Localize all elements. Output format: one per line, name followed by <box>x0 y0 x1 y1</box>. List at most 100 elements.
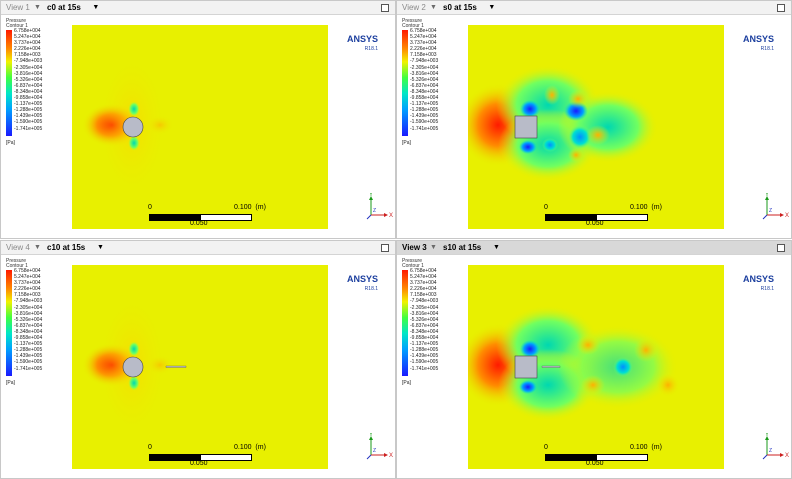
viewport-name[interactable]: View 2 <box>402 1 426 14</box>
legend-unit: [Pa] <box>402 380 411 386</box>
viewport-dropdown-icon[interactable]: ▼ <box>34 241 41 254</box>
legend-tick-label: -3.816e+004 <box>14 310 43 317</box>
axis-label-y: Y <box>369 433 373 438</box>
logo-brand: ANSYS <box>743 274 775 284</box>
scale-zero-label: 0 <box>148 444 152 451</box>
legend-unit: [Pa] <box>6 380 15 386</box>
viewport-dropdown-icon[interactable]: ▼ <box>34 1 41 14</box>
scale-mid-label: 0.050 <box>190 220 208 227</box>
scale-max-label: 0.100 (m) <box>234 444 266 451</box>
viewport-title[interactable]: c10 at 15s <box>47 241 85 254</box>
ansys-logo: ANSYS R18.1 <box>347 274 378 294</box>
viewport-1[interactable]: View 1 ▼ c0 at 15s ▼ Pressure Contour 1 … <box>0 0 396 239</box>
coordinate-axes-triad: Y X Z <box>366 193 393 220</box>
viewport-4[interactable]: View 3 ▼ s10 at 15s ▼ Pressure Contour 1… <box>396 240 792 479</box>
legend-tick-label: -7.948e+003 <box>410 298 439 305</box>
coordinate-axes-triad: Y X Z <box>762 433 789 460</box>
axis-label-z: Z <box>769 208 772 214</box>
legend-tick-label: -5.326e+004 <box>14 76 43 83</box>
viewport-title[interactable]: s10 at 15s <box>443 241 481 254</box>
scale-max-label: 0.100 (m) <box>234 204 266 211</box>
logo-brand: ANSYS <box>347 274 379 284</box>
maximize-icon[interactable] <box>381 244 389 252</box>
legend-tick-label: -1.590e+005 <box>14 359 43 366</box>
ansys-logo: ANSYS R18.1 <box>347 34 378 54</box>
wake-plate <box>541 365 561 368</box>
legend-tick-label: -1.590e+005 <box>410 359 439 366</box>
viewport-titlebar[interactable]: View 3 ▼ s10 at 15s ▼ <box>397 241 791 255</box>
legend-color-bar <box>402 30 408 136</box>
title-dropdown-icon[interactable]: ▼ <box>493 241 500 254</box>
cylinder-body <box>122 356 144 378</box>
legend-tick-label: -3.816e+004 <box>410 310 439 317</box>
viewport-dropdown-icon[interactable]: ▼ <box>430 241 437 254</box>
viewport-titlebar[interactable]: View 1 ▼ c0 at 15s ▼ <box>1 1 395 15</box>
scale-max-label: 0.100 (m) <box>630 444 662 451</box>
legend-tick-label: -5.326e+004 <box>410 76 439 83</box>
logo-version: R18.1 <box>364 46 379 52</box>
coordinate-axes-triad: Y X Z <box>762 193 789 220</box>
scale-bar: 0 0.100 (m) 0.050 <box>544 444 662 467</box>
scale-zero-label: 0 <box>544 444 548 451</box>
title-dropdown-icon[interactable]: ▼ <box>92 1 99 14</box>
legend-unit: [Pa] <box>6 140 15 146</box>
scale-bar: 0 0.100 (m) 0.050 <box>148 204 266 227</box>
legend-tick-label: -2.305e+004 <box>14 64 43 71</box>
axis-label-y: Y <box>369 193 373 198</box>
legend-tick-label: -1.741e+005 <box>410 365 439 372</box>
legend-tick-label: -1.741e+005 <box>14 125 43 132</box>
logo-brand: ANSYS <box>743 34 775 44</box>
pressure-contour-plot <box>72 25 328 229</box>
maximize-icon[interactable] <box>777 244 785 252</box>
viewport-name[interactable]: View 3 <box>402 241 427 254</box>
viewport-3[interactable]: View 4 ▼ c10 at 15s ▼ Pressure Contour 1… <box>0 240 396 479</box>
legend-tick-label: -1.590e+005 <box>410 119 439 126</box>
pressure-contour-plot <box>468 265 724 469</box>
legend-tick-label: -1.741e+005 <box>410 125 439 132</box>
logo-version: R18.1 <box>760 46 775 52</box>
viewport-name[interactable]: View 4 <box>6 241 30 254</box>
scale-bar: 0 0.100 (m) 0.050 <box>148 444 266 467</box>
viewport-2[interactable]: View 2 ▼ s0 at 15s ▼ Pressure Contour 1 … <box>396 0 792 239</box>
axis-label-x: X <box>389 453 393 459</box>
title-dropdown-icon[interactable]: ▼ <box>488 1 495 14</box>
legend-tick-label: -2.305e+004 <box>410 304 439 311</box>
ansys-logo: ANSYS R18.1 <box>743 274 774 294</box>
legend-tick-label: -2.305e+004 <box>14 304 43 311</box>
legend-tick-label: -1.741e+005 <box>14 365 43 372</box>
viewport-title[interactable]: c0 at 15s <box>47 1 81 14</box>
maximize-icon[interactable] <box>777 4 785 12</box>
square-body <box>514 115 538 139</box>
axis-label-x: X <box>785 213 789 219</box>
viewport-titlebar[interactable]: View 2 ▼ s0 at 15s ▼ <box>397 1 791 15</box>
viewport-name[interactable]: View 1 <box>6 1 30 14</box>
legend-tick-label: -1.590e+005 <box>14 119 43 126</box>
legend-unit: [Pa] <box>402 140 411 146</box>
pressure-contour-plot <box>72 265 328 469</box>
logo-version: R18.1 <box>364 286 379 292</box>
legend-tick-label: -7.948e+003 <box>410 58 439 65</box>
axis-label-x: X <box>389 213 393 219</box>
legend-tick-label: -3.816e+004 <box>14 70 43 77</box>
scale-mid-label: 0.050 <box>190 460 208 467</box>
scale-mid-label: 0.050 <box>586 220 604 227</box>
scale-mid-label: 0.050 <box>586 460 604 467</box>
cylinder-body <box>122 116 144 138</box>
maximize-icon[interactable] <box>381 4 389 12</box>
scale-zero-label: 0 <box>148 204 152 211</box>
legend-color-bar <box>6 270 12 376</box>
legend-tick-label: -2.305e+004 <box>410 64 439 71</box>
legend-color-bar <box>6 30 12 136</box>
viewport-titlebar[interactable]: View 4 ▼ c10 at 15s ▼ <box>1 241 395 255</box>
coordinate-axes-triad: Y X Z <box>366 433 393 460</box>
pressure-contour-plot <box>468 25 724 229</box>
viewport-title[interactable]: s0 at 15s <box>443 1 477 14</box>
legend-color-bar <box>402 270 408 376</box>
title-dropdown-icon[interactable]: ▼ <box>97 241 104 254</box>
scale-zero-label: 0 <box>544 204 548 211</box>
legend-tick-label: -7.948e+003 <box>14 58 43 65</box>
wake-plate <box>165 365 187 368</box>
axis-label-z: Z <box>373 448 376 454</box>
ansys-logo: ANSYS R18.1 <box>743 34 774 54</box>
viewport-dropdown-icon[interactable]: ▼ <box>430 1 437 14</box>
